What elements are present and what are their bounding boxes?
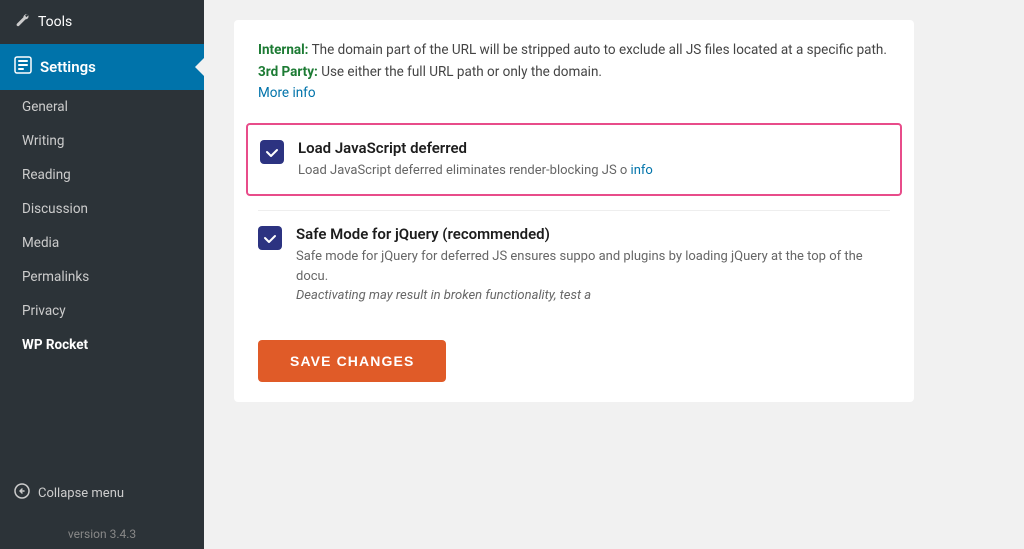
sidebar: Tools Settings General Writing Reading D…	[0, 0, 204, 549]
internal-text: The domain part of the URL will be strip…	[312, 42, 887, 58]
settings-icon	[14, 56, 32, 78]
sidebar-item-privacy[interactable]: Privacy	[0, 294, 204, 328]
load-js-deferred-checkbox[interactable]	[260, 140, 284, 164]
main-content: Internal: The domain part of the URL wil…	[204, 0, 1024, 549]
load-js-deferred-desc: Load JavaScript deferred eliminates rend…	[298, 161, 888, 181]
internal-label: Internal:	[258, 42, 309, 58]
load-js-deferred-title: Load JavaScript deferred	[298, 139, 888, 157]
load-js-deferred-text: Load JavaScript deferred Load JavaScript…	[298, 139, 888, 181]
settings-label: Settings	[40, 58, 96, 76]
safe-mode-jquery-text: Safe Mode for jQuery (recommended) Safe …	[296, 225, 890, 306]
sidebar-item-media[interactable]: Media	[0, 226, 204, 260]
sidebar-item-discussion[interactable]: Discussion	[0, 192, 204, 226]
wrench-icon	[14, 12, 30, 32]
option-load-js-deferred: Load JavaScript deferred Load JavaScript…	[246, 123, 902, 197]
sidebar-item-tools[interactable]: Tools	[0, 0, 204, 44]
collapse-icon	[14, 483, 30, 503]
sidebar-item-permalinks[interactable]: Permalinks	[0, 260, 204, 294]
sidebar-item-wprocket[interactable]: WP Rocket	[0, 328, 204, 362]
sidebar-item-reading[interactable]: Reading	[0, 158, 204, 192]
save-changes-button[interactable]: SAVE CHANGES	[258, 340, 446, 382]
save-area: SAVE CHANGES	[258, 320, 890, 382]
safe-mode-jquery-checkbox[interactable]	[258, 226, 282, 250]
tools-label: Tools	[38, 14, 72, 30]
content-area: Internal: The domain part of the URL wil…	[204, 0, 1024, 549]
thirdparty-label: 3rd Party:	[258, 64, 318, 80]
safe-mode-jquery-title: Safe Mode for jQuery (recommended)	[296, 225, 890, 243]
more-info-link[interactable]: More info	[258, 85, 316, 101]
collapse-menu-button[interactable]: Collapse menu	[0, 471, 204, 515]
option-safe-mode-jquery: Safe Mode for jQuery (recommended) Safe …	[258, 210, 890, 320]
info-block: Internal: The domain part of the URL wil…	[258, 40, 890, 105]
collapse-label: Collapse menu	[38, 486, 124, 501]
settings-card: Internal: The domain part of the URL wil…	[234, 20, 914, 402]
sidebar-item-settings[interactable]: Settings	[0, 44, 204, 90]
version-text: version 3.4.3	[0, 515, 204, 549]
sidebar-item-writing[interactable]: Writing	[0, 124, 204, 158]
safe-mode-jquery-desc: Safe mode for jQuery for deferred JS ens…	[296, 247, 890, 306]
settings-submenu: General Writing Reading Discussion Media…	[0, 90, 204, 362]
load-js-deferred-info-link[interactable]: info	[631, 163, 653, 178]
thirdparty-text: Use either the full URL path or only the…	[321, 64, 602, 80]
sidebar-item-general[interactable]: General	[0, 90, 204, 124]
